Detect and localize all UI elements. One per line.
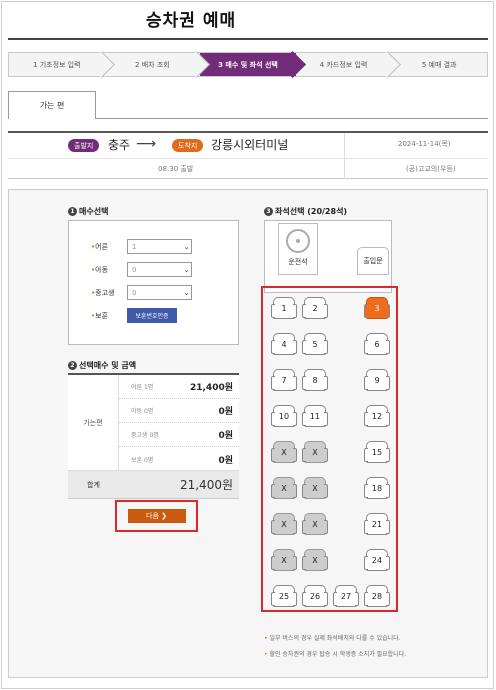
bus-door: 출입문 (357, 247, 389, 275)
driver-seat: 운전석 (278, 223, 318, 275)
price-section-title: 2 선택매수 및 금액 (68, 360, 136, 371)
seat-7[interactable]: 7 (271, 369, 297, 391)
seat-taken: X (271, 513, 297, 535)
seat-6[interactable]: 6 (364, 333, 390, 355)
price-line-student: 중고생 0명 0원 (119, 423, 239, 447)
seat-11[interactable]: 11 (302, 405, 328, 427)
page-title: 승차권 예매 (146, 11, 237, 31)
number-2-icon: 2 (68, 361, 77, 370)
seat-18[interactable]: 18 (364, 477, 390, 499)
seat-taken: X (302, 441, 328, 463)
seat-taken: X (271, 441, 297, 463)
note-2: • 할인 승차권의 경우 탑승 시 학생증 소지가 필요합니다. (264, 651, 407, 658)
student-count-select[interactable]: 0 ⌄ (127, 285, 192, 300)
step-2: 2 배차 조회 (105, 53, 201, 76)
price-total-row: 합계 21,400원 (68, 471, 239, 499)
price-row-outbound: 가는편 어른 1명 21,400원 아동 0명 0원 중고생 0명 0원 보훈 … (68, 375, 239, 471)
child-count-select[interactable]: 0 ⌄ (127, 262, 192, 277)
number-3-icon: 3 (264, 207, 273, 216)
bus-front: 운전석 출입문 (264, 220, 392, 293)
price-line-child: 아동 0명 0원 (119, 399, 239, 423)
seat-10[interactable]: 10 (271, 405, 297, 427)
arrow-right-icon: ⟶ (136, 136, 157, 152)
next-button-highlight: 다음 ❯ (115, 500, 198, 532)
count-row-veteran: •보훈 보훈번호인증 (91, 308, 177, 323)
title-divider (8, 38, 488, 40)
seat-2[interactable]: 2 (302, 297, 328, 319)
arrival-badge: 도착지 (172, 139, 204, 152)
price-total-value: 21,400원 (179, 478, 233, 492)
seat-taken: X (271, 549, 297, 571)
count-row-child: •아동 0 ⌄ (91, 262, 192, 277)
seat-12[interactable]: 12 (364, 405, 390, 427)
seat-9[interactable]: 9 (364, 369, 390, 391)
bus-company: (공)고교의(우등) (406, 165, 456, 173)
departure-badge: 출발지 (68, 139, 100, 152)
seat-taken: X (302, 513, 328, 535)
price-line-veteran: 보훈 0명 0원 (131, 455, 233, 466)
step-5: 5 예매 결과 (421, 60, 457, 69)
seat-taken: X (302, 549, 328, 571)
seat-15[interactable]: 15 (364, 441, 390, 463)
chevron-down-icon: ⌄ (183, 288, 190, 297)
seat-3[interactable]: 3 (364, 297, 390, 319)
arrival-city: 강릉시외터미널 (211, 138, 289, 152)
route-summary: 출발지 충주 ⟶ 도착지 강릉시외터미널 2024-11-14(목) 08:30… (8, 131, 488, 179)
seat-4[interactable]: 4 (271, 333, 297, 355)
count-row-adult: •어른 1 ⌄ (91, 239, 192, 254)
price-category: 가는편 (68, 375, 119, 470)
step-3-active: 3 매수 및 좌석 선택 (200, 53, 296, 76)
departure-time: 08:30 출발 (158, 165, 194, 173)
adult-count-select[interactable]: 1 ⌄ (127, 239, 192, 254)
chevron-down-icon: ⌄ (183, 242, 190, 251)
count-selection-box: •어른 1 ⌄ •아동 0 ⌄ •중고생 0 ⌄ •보훈 보훈번호인증 (68, 220, 239, 345)
seat-27[interactable]: 27 (333, 585, 359, 607)
seat-map-highlight: 1 2 3 4 5 6 7 8 9 10 11 12 X X 15 X X 18 X X 21 X X 24 25 26 27 28 (261, 286, 398, 612)
seat-taken: X (271, 477, 297, 499)
chevron-down-icon: ⌄ (183, 265, 190, 274)
next-button[interactable]: 다음 ❯ (127, 509, 186, 523)
departure-date: 2024-11-14(목) (398, 140, 451, 148)
count-section-title: 1 매수선택 (68, 206, 108, 217)
count-row-student: •중고생 0 ⌄ (91, 285, 192, 300)
note-1: • 일부 버스의 경우 실제 좌석배치와 다를 수 있습니다. (264, 635, 401, 642)
seat-5[interactable]: 5 (302, 333, 328, 355)
step-indicator: 1 기초정보 입력 2 배차 조회 3 매수 및 좌석 선택 4 카드정보 입력… (8, 52, 488, 77)
price-line-adult: 어른 1명 21,400원 (119, 375, 239, 399)
seat-8[interactable]: 8 (302, 369, 328, 391)
departure-city: 충주 (108, 138, 131, 152)
seat-28[interactable]: 28 (364, 585, 390, 607)
step-4: 4 카드정보 입력 (296, 53, 392, 76)
seat-25[interactable]: 25 (271, 585, 297, 607)
seat-section-title: 3 좌석선택 (20/28석) (264, 206, 347, 217)
veteran-verify-button[interactable]: 보훈번호인증 (127, 308, 177, 323)
seat-1[interactable]: 1 (271, 297, 297, 319)
seat-21[interactable]: 21 (364, 513, 390, 535)
tab-outbound[interactable]: 가는 편 (8, 91, 96, 119)
step-1: 1 기초정보 입력 (9, 53, 105, 76)
price-table: 가는편 어른 1명 21,400원 아동 0명 0원 중고생 0명 0원 보훈 … (68, 373, 239, 499)
seat-24[interactable]: 24 (364, 549, 390, 571)
booking-panel: 1 매수선택 •어른 1 ⌄ •아동 0 ⌄ •중고생 0 ⌄ •보훈 보훈번호… (8, 189, 488, 678)
steering-wheel-icon (286, 229, 310, 253)
seat-26[interactable]: 26 (302, 585, 328, 607)
seat-taken: X (302, 477, 328, 499)
number-1-icon: 1 (68, 207, 77, 216)
